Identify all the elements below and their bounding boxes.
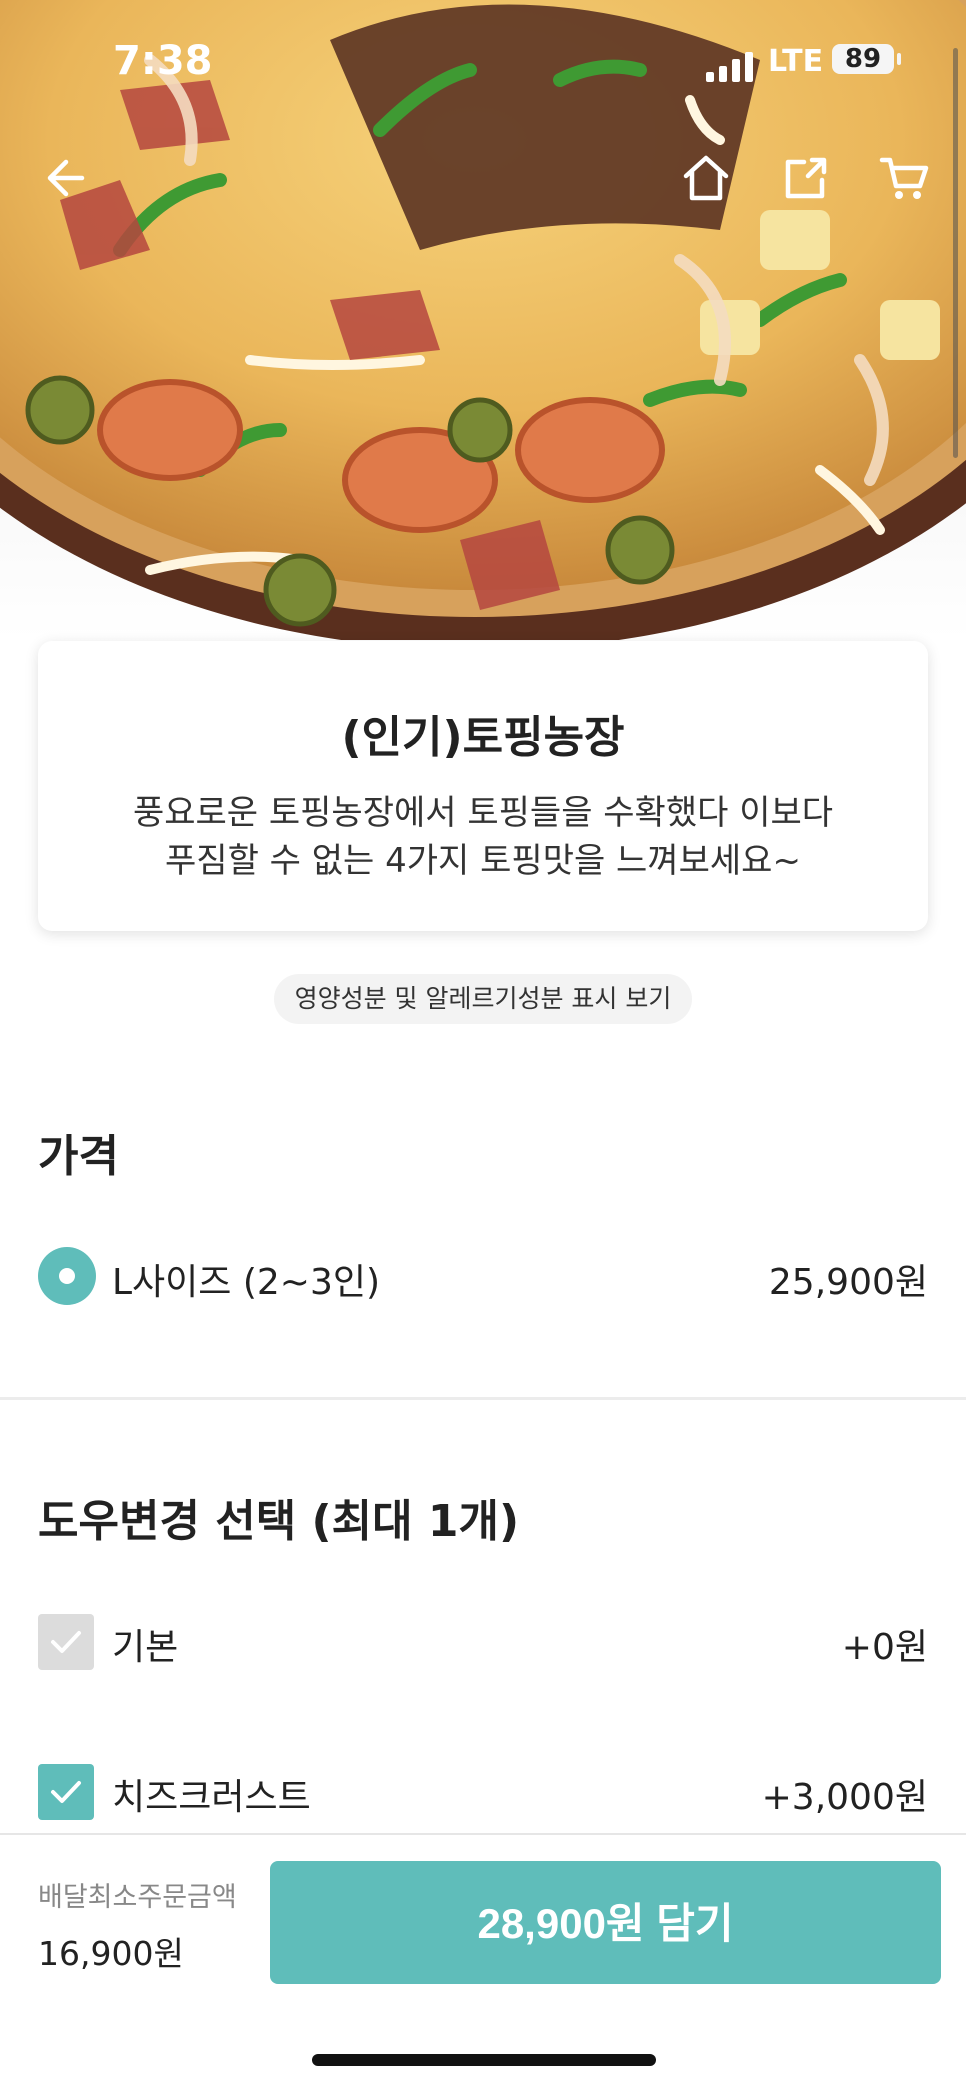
home-icon[interactable] (678, 150, 734, 206)
network-label: LTE (768, 44, 824, 79)
size-option-price: 25,900원 (768, 1262, 928, 1303)
battery-tip (897, 53, 901, 65)
checkbox-unchecked[interactable] (38, 1614, 94, 1670)
status-time: 7:38 (113, 38, 213, 84)
min-order-value: 16,900원 (38, 1934, 184, 1973)
checkbox-checked[interactable] (38, 1764, 94, 1820)
back-arrow-icon[interactable] (36, 150, 92, 206)
dough-option-price: +0원 (841, 1627, 928, 1668)
size-radio-selected[interactable] (38, 1247, 96, 1305)
product-description-line-1: 풍요로운 토핑농장에서 토핑들을 수확했다 이보다 (132, 793, 834, 833)
pizza-hero-image (0, 0, 966, 640)
product-description: 풍요로운 토핑농장에서 토핑들을 수확했다 이보다 푸짐할 수 없는 4가지 토… (63, 789, 903, 885)
pizza-illustration (0, 0, 966, 640)
scrollbar[interactable] (953, 48, 958, 458)
section-divider (0, 1397, 966, 1400)
status-bar: 7:38 LTE 89 (0, 38, 966, 94)
size-option-l[interactable]: L사이즈 (2~3인) 25,900원 (38, 1245, 928, 1305)
dough-option-label: 기본 (112, 1627, 179, 1668)
product-description-line-2: 푸짐할 수 없는 4가지 토핑맛을 느껴보세요~ (165, 841, 801, 881)
dough-option-label: 치즈크러스트 (112, 1777, 311, 1818)
product-name: (인기)토핑농장 (341, 712, 625, 763)
size-option-label: L사이즈 (2~3인) (112, 1262, 381, 1303)
home-indicator[interactable] (312, 2054, 656, 2066)
battery-indicator: 89 (832, 44, 894, 74)
dough-option-price: +3,000원 (761, 1777, 928, 1818)
share-icon[interactable] (778, 150, 834, 206)
signal-icon (706, 52, 753, 82)
dough-option-cheese-crust[interactable]: 치즈크러스트 +3,000원 (38, 1760, 928, 1820)
price-section-title: 가격 (38, 1131, 119, 1182)
dough-option-basic[interactable]: 기본 +0원 (38, 1610, 928, 1670)
product-info-card: (인기)토핑농장 풍요로운 토핑농장에서 토핑들을 수확했다 이보다 푸짐할 수… (38, 641, 928, 931)
dough-section-title: 도우변경 선택 (최대 1개) (38, 1496, 520, 1547)
cart-icon[interactable] (876, 150, 932, 206)
add-to-cart-button[interactable]: 28,900원 담기 (270, 1861, 941, 1984)
check-icon (51, 1781, 81, 1803)
check-icon (51, 1631, 81, 1653)
nutrition-allergy-link[interactable]: 영양성분 및 알레르기성분 표시 보기 (274, 974, 692, 1024)
min-order-label: 배달최소주문금액 (38, 1882, 237, 1913)
